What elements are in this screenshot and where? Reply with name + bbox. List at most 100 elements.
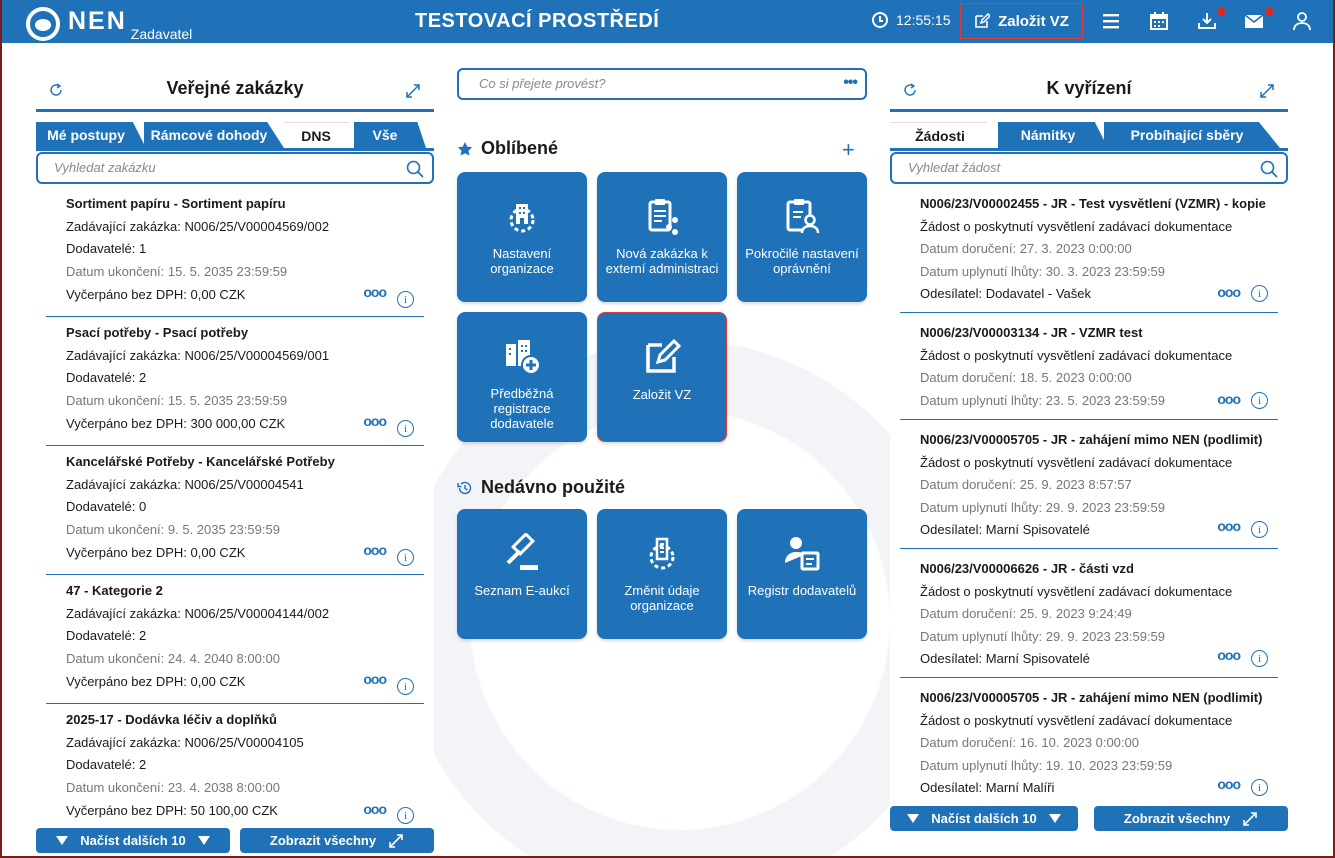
show-all-button[interactable]: Zobrazit všechny	[1094, 806, 1288, 831]
info-icon[interactable]: i	[1251, 521, 1268, 538]
info-icon[interactable]: i	[1251, 285, 1268, 302]
panel-header: K vyřízení	[890, 68, 1288, 112]
more-icon[interactable]: ooo	[1217, 284, 1241, 300]
list-item[interactable]: N006/23/V00005705 - JR - zahájení mimo N…	[900, 420, 1278, 549]
item-title: N006/23/V00003134 - JR - VZMR test	[920, 325, 1143, 340]
request-search-input[interactable]	[908, 160, 1224, 175]
logo-subtitle: Zadavatel	[130, 26, 193, 42]
tab-dns[interactable]: DNS	[284, 122, 358, 148]
create-vz-label: Založit VZ	[998, 12, 1069, 30]
load-more-button[interactable]: Načíst dalších 10	[890, 806, 1078, 831]
pending-panel: K vyřízení Žádosti Námitky Probíhající s…	[890, 68, 1288, 838]
item-spent: Vyčerpáno bez DPH: 300 000,00 CZK	[66, 416, 286, 431]
tab-all[interactable]: Vše	[354, 122, 426, 148]
item-deadline: Datum uplynutí lhůty: 23. 5. 2023 23:59:…	[920, 393, 1166, 408]
edit-icon	[646, 338, 682, 373]
more-icon[interactable]: ooo	[1217, 776, 1241, 792]
info-icon[interactable]: i	[397, 291, 414, 308]
command-input[interactable]	[479, 76, 809, 91]
item-suppliers: Dodavatelé: 0	[66, 499, 147, 514]
more-icon[interactable]: ooo	[1217, 391, 1241, 407]
mail-notification-dot	[1265, 7, 1274, 16]
tile-e-auctions[interactable]: Seznam E-aukcí	[457, 509, 587, 639]
user-card-icon	[785, 537, 820, 571]
expand-icon[interactable]	[404, 82, 422, 100]
refresh-icon[interactable]	[902, 82, 918, 98]
tab-requests[interactable]: Žádosti	[890, 122, 1000, 148]
more-icon[interactable]: ooo	[363, 413, 387, 429]
tile-organization-settings[interactable]: Nastavení organizace	[457, 172, 587, 302]
tab-framework-agreements[interactable]: Rámcové dohody	[144, 122, 284, 148]
favorites-heading: Oblíbené	[457, 138, 558, 159]
tile-label: Nová zakázka k externí administraci	[605, 246, 719, 276]
chevron-down-icon	[907, 814, 920, 823]
tile-label: Nastavení organizace	[490, 246, 554, 276]
contract-search-input[interactable]	[54, 160, 370, 175]
more-options-icon[interactable]: •••	[843, 74, 858, 92]
mail-icon[interactable]	[1244, 11, 1264, 31]
expand-icon	[1243, 811, 1257, 826]
more-icon[interactable]: ooo	[1217, 518, 1241, 534]
tab-my-procedures[interactable]: Mé postupy	[36, 122, 146, 148]
item-suppliers: Dodavatelé: 2	[66, 370, 147, 385]
panel-title: Veřejné zakázky	[166, 78, 304, 98]
list-item[interactable]: N006/23/V00003134 - JR - VZMR test Žádos…	[900, 313, 1278, 420]
tile-new-external-contract[interactable]: Nová zakázka k externí administraci	[597, 172, 727, 302]
add-favorite-icon[interactable]: +	[842, 137, 855, 163]
show-all-button[interactable]: Zobrazit všechny	[240, 828, 434, 853]
building-plus-icon	[506, 340, 541, 375]
item-type: Žádost o poskytnutí vysvětlení zadávací …	[920, 219, 1233, 234]
tile-create-vz[interactable]: Založit VZ	[597, 312, 727, 442]
more-icon[interactable]: ooo	[363, 801, 387, 817]
refresh-icon[interactable]	[48, 82, 64, 98]
list-item[interactable]: N006/23/V00006626 - JR - části vzd Žádos…	[900, 549, 1278, 678]
clipboard-user-icon	[786, 199, 820, 234]
info-icon[interactable]: i	[397, 807, 414, 824]
info-icon[interactable]: i	[397, 549, 414, 566]
item-title: N006/23/V00005705 - JR - zahájení mimo N…	[920, 690, 1263, 705]
download-icon[interactable]	[1197, 11, 1217, 31]
info-icon[interactable]: i	[1251, 779, 1268, 796]
menu-icon[interactable]	[1101, 11, 1121, 31]
tile-label: Založit VZ	[632, 387, 692, 402]
list-item[interactable]: Kancelářské Potřeby - Kancelářské Potřeb…	[46, 446, 424, 575]
info-icon[interactable]: i	[1251, 392, 1268, 409]
tile-supplier-preregistration[interactable]: Předběžná registrace dodavatele	[457, 312, 587, 442]
list-item[interactable]: Sortiment papíru - Sortiment papíru Zadá…	[46, 188, 424, 317]
tab-ongoing-collections[interactable]: Probíhající sběry	[1104, 122, 1280, 148]
tabs-underline	[890, 148, 1288, 151]
more-icon[interactable]: ooo	[363, 284, 387, 300]
tab-objections[interactable]: Námitky	[998, 122, 1108, 148]
clipboard-share-icon	[648, 199, 678, 235]
info-icon[interactable]: i	[397, 420, 414, 437]
search-icon[interactable]	[406, 160, 424, 178]
contracts-tabs: Mé postupy Rámcové dohody DNS Vše	[36, 122, 434, 148]
create-vz-header-button[interactable]: Založit VZ	[960, 3, 1083, 39]
search-icon[interactable]	[1260, 160, 1278, 178]
calendar-icon[interactable]	[1149, 11, 1169, 31]
list-item[interactable]: N006/23/V00002455 - JR - Test vysvětlení…	[900, 188, 1278, 313]
tile-supplier-registry[interactable]: Registr dodavatelů	[737, 509, 867, 639]
load-more-button[interactable]: Načíst dalších 10	[36, 828, 230, 853]
tile-change-organization[interactable]: Změnit údaje organizace	[597, 509, 727, 639]
info-icon[interactable]: i	[1251, 650, 1268, 667]
tile-advanced-permissions[interactable]: Pokročilé nastavení oprávnění	[737, 172, 867, 302]
user-icon[interactable]	[1292, 11, 1312, 31]
list-item[interactable]: 2025-17 - Dodávka léčiv a doplňků Zadáva…	[46, 704, 424, 824]
item-type: Žádost o poskytnutí vysvětlení zadávací …	[920, 455, 1233, 470]
item-title: N006/23/V00002455 - JR - Test vysvětlení…	[920, 196, 1266, 211]
nen-logo[interactable]: NEN Zadavatel	[26, 5, 193, 42]
chevron-down-icon	[56, 836, 69, 845]
list-item[interactable]: 47 - Kategorie 2 Zadávající zakázka: N00…	[46, 575, 424, 704]
more-icon[interactable]: ooo	[363, 542, 387, 558]
requests-list: N006/23/V00002455 - JR - Test vysvětlení…	[900, 188, 1278, 798]
info-icon[interactable]: i	[397, 678, 414, 695]
item-spent: Vyčerpáno bez DPH: 50 100,00 CZK	[66, 803, 278, 818]
top-bar: NEN Zadavatel TESTOVACÍ PROSTŘEDÍ 12:55:…	[0, 0, 1335, 43]
more-icon[interactable]: ooo	[363, 671, 387, 687]
expand-icon[interactable]	[1258, 82, 1276, 100]
list-item[interactable]: Psací potřeby - Psací potřeby Zadávající…	[46, 317, 424, 446]
item-spent: Vyčerpáno bez DPH: 0,00 CZK	[66, 674, 246, 689]
list-item[interactable]: N006/23/V00005705 - JR - zahájení mimo N…	[900, 678, 1278, 798]
more-icon[interactable]: ooo	[1217, 647, 1241, 663]
